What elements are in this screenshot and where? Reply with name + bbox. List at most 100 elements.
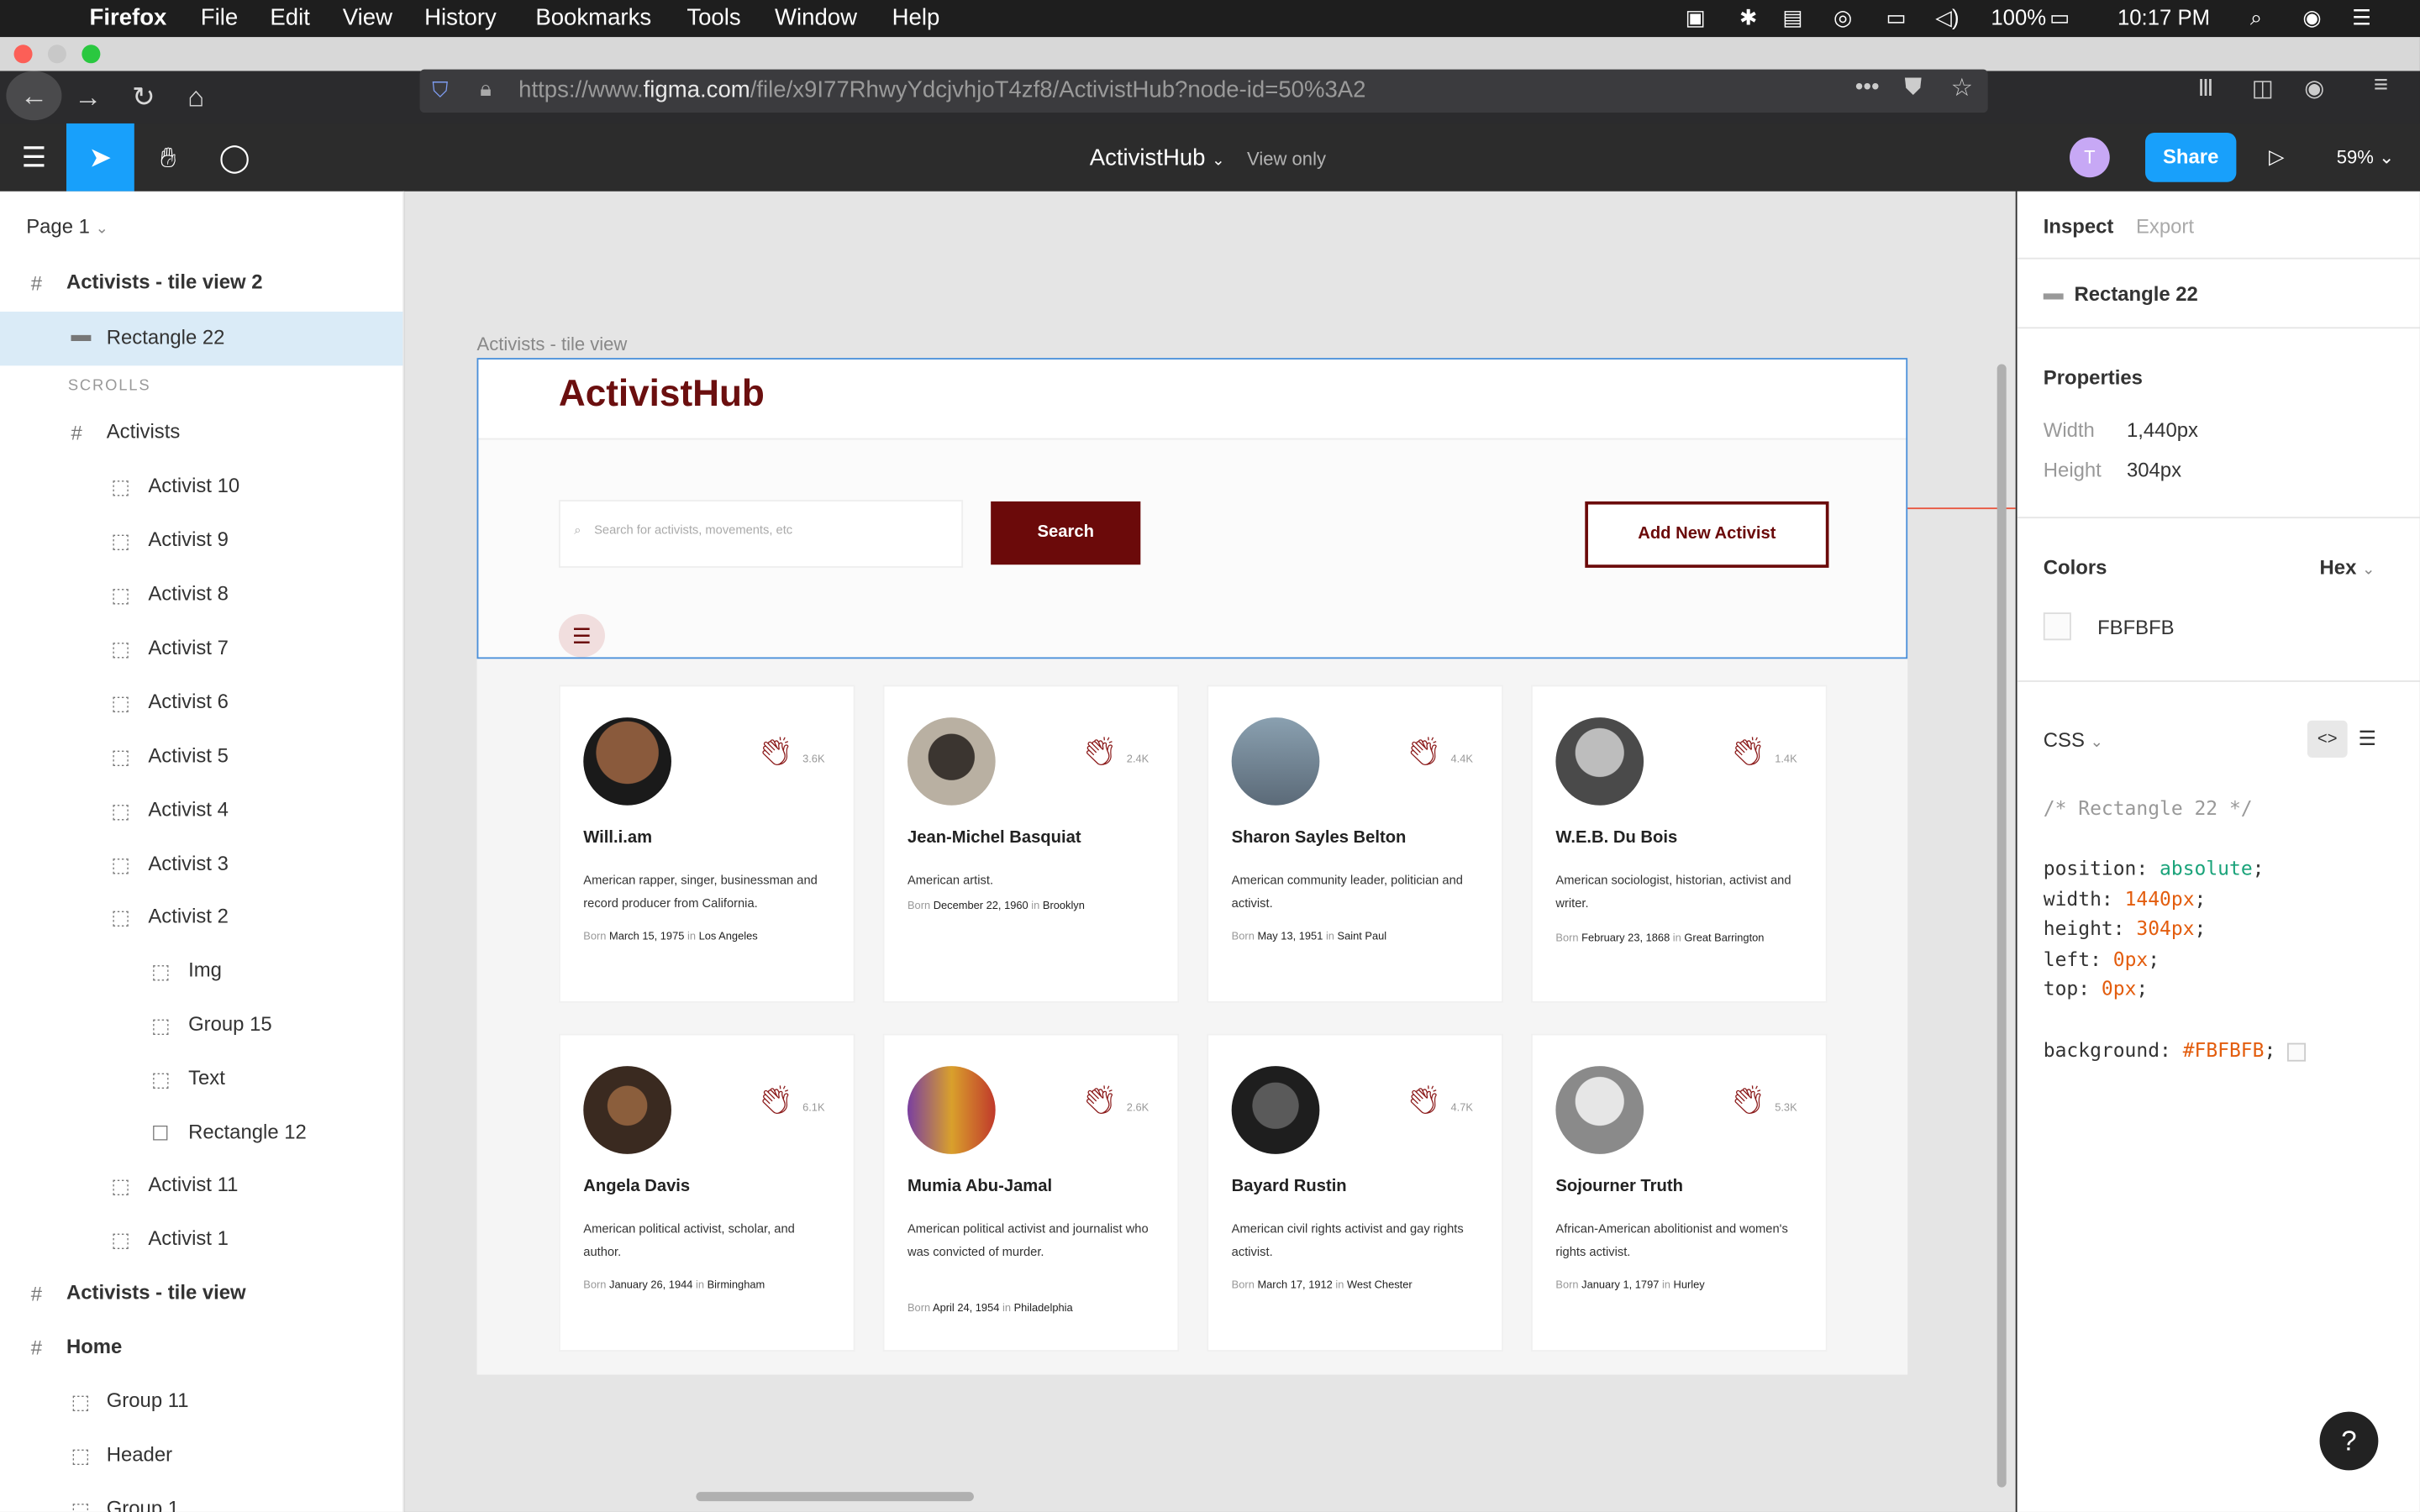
window-minimize-button[interactable] <box>47 45 66 64</box>
layer-rectangle-22[interactable]: ▬ Rectangle 22 <box>0 312 403 366</box>
comment-tool-icon[interactable]: ◯ <box>201 123 269 192</box>
battery-icon[interactable]: ▭ <box>2049 5 2070 31</box>
menu-history[interactable]: History <box>424 5 497 31</box>
clap-icon[interactable]: 👏︎ <box>758 736 793 769</box>
canvas-vertical-scrollbar[interactable] <box>1996 364 2007 1488</box>
window-close-button[interactable] <box>13 45 33 64</box>
activist-card[interactable]: 👏︎ 5.3K Sojourner Truth African-American… <box>1531 1033 1828 1352</box>
bluetooth-icon[interactable]: ✱ <box>1739 5 1758 31</box>
creative-cloud-icon[interactable]: ◎ <box>1833 5 1852 31</box>
activist-card[interactable]: 👏︎ 2.4K Jean-Michel Basquiat American ar… <box>882 685 1180 1003</box>
layer-group-activist-10[interactable]: ⬚ Activist 10 <box>0 459 402 513</box>
layer-frame-activists-tile-view-2[interactable]: # Activists - tile view 2 <box>0 256 402 310</box>
layer-frame-home[interactable]: # Home <box>0 1320 402 1374</box>
layer-group-11[interactable]: ⬚ Group 11 <box>0 1374 402 1428</box>
tracking-shield-icon[interactable]: ⛉ <box>432 77 448 103</box>
main-menu-icon[interactable]: ☰ <box>0 123 68 192</box>
menu-app-name[interactable]: Firefox <box>90 5 167 31</box>
css-dropdown[interactable]: CSS ⌄ <box>2044 728 2103 752</box>
sidebar-icon[interactable]: ◫ <box>2252 74 2274 102</box>
menu-tools[interactable]: Tools <box>687 5 740 31</box>
layer-group-img[interactable]: ⬚ Img <box>0 944 402 998</box>
layer-group-activist-4[interactable]: ⬚ Activist 4 <box>0 784 402 837</box>
account-icon[interactable]: ◉ <box>2304 74 2324 102</box>
home-icon[interactable]: ⌂ <box>179 71 213 123</box>
layer-group-activist-5[interactable]: ⬚ Activist 5 <box>0 730 402 784</box>
layer-group-header[interactable]: ⬚ Header <box>0 1429 402 1483</box>
avatar[interactable]: T <box>2070 137 2110 178</box>
layer-group-activist-7[interactable]: ⬚ Activist 7 <box>0 622 402 675</box>
color-hex-value[interactable]: FBFBFB <box>2097 616 2175 639</box>
layer-group-activist-11[interactable]: ⬚ Activist 11 <box>0 1158 402 1212</box>
memory-icon[interactable]: ▤ <box>1782 5 1802 31</box>
clap-icon[interactable]: 👏︎ <box>758 1084 793 1117</box>
bartender-icon[interactable]: ▣ <box>1686 5 1706 31</box>
share-button[interactable]: Share <box>2145 132 2237 182</box>
layer-group-activist-6[interactable]: ⬚ Activist 6 <box>0 675 402 729</box>
layer-group-activist-9[interactable]: ⬚ Activist 9 <box>0 514 402 568</box>
window-zoom-button[interactable] <box>82 45 101 64</box>
bookmark-star-icon[interactable]: ☆ <box>1951 72 1973 103</box>
color-format-dropdown[interactable]: Hex ⌄ <box>2320 555 2375 579</box>
layer-group-activist-1[interactable]: ⬚ Activist 1 <box>0 1213 402 1267</box>
activist-card[interactable]: 👏︎ 4.4K Sharon Sayles Belton American co… <box>1207 685 1503 1003</box>
move-tool-icon[interactable]: ➤ <box>66 123 134 192</box>
activist-card[interactable]: 👏︎ 1.4K W.E.B. Du Bois American sociolog… <box>1531 685 1828 1003</box>
lock-icon[interactable]: 🔒︎ <box>480 76 492 102</box>
activist-card[interactable]: 👏︎ 2.6K Mumia Abu-Jamal American politic… <box>882 1033 1180 1352</box>
present-play-icon[interactable]: ▷ <box>2269 145 2284 170</box>
page-actions-icon[interactable]: ••• <box>1855 74 1880 100</box>
reload-icon[interactable]: ↻ <box>127 71 160 123</box>
tab-inspect[interactable]: Inspect <box>2044 214 2114 238</box>
menu-file[interactable]: File <box>201 5 238 31</box>
layer-group-activist-3[interactable]: ⬚ Activist 3 <box>0 837 402 891</box>
layer-group-activist-8[interactable]: ⬚ Activist 8 <box>0 568 402 622</box>
activist-card[interactable]: 👏︎ 4.7K Bayard Rustin American civil rig… <box>1207 1033 1503 1352</box>
back-arrow-icon[interactable]: ← <box>6 71 62 121</box>
page-selector[interactable]: Page 1 ⌄ <box>26 214 108 238</box>
activist-card[interactable]: 👏︎ 6.1K Angela Davis American political … <box>558 1033 855 1352</box>
tab-export[interactable]: Export <box>2136 214 2194 238</box>
layer-group-15[interactable]: ⬚ Group 15 <box>0 998 402 1052</box>
menu-help[interactable]: Help <box>892 5 940 31</box>
clap-icon[interactable]: 👏︎ <box>1730 1084 1765 1117</box>
layer-group-1[interactable]: ⬚ Group 1 <box>0 1483 402 1512</box>
library-icon[interactable]: Ⅲ <box>2197 74 2213 102</box>
layer-rectangle-12[interactable]: ☐ Rectangle 12 <box>0 1106 402 1160</box>
layer-group-text[interactable]: ⬚ Text <box>0 1053 402 1106</box>
menu-view[interactable]: View <box>343 5 392 31</box>
height-value[interactable]: 304px <box>2127 458 2181 481</box>
volume-icon[interactable]: ◁) <box>1935 5 1959 31</box>
clap-icon[interactable]: 👏︎ <box>1082 736 1118 769</box>
width-value[interactable]: 1,440px <box>2127 418 2198 442</box>
document-title[interactable]: ActivistHub ⌄ <box>1090 145 1225 171</box>
menu-edit[interactable]: Edit <box>270 5 309 31</box>
notification-center-icon[interactable]: ☰ <box>2352 5 2371 31</box>
code-view-icon[interactable]: <> <box>2307 720 2348 758</box>
frame-label[interactable]: Activists - tile view <box>477 333 628 355</box>
hand-tool-icon[interactable]: ✋︎ <box>134 123 203 192</box>
menu-bookmarks[interactable]: Bookmarks <box>535 5 651 31</box>
forward-arrow-icon[interactable]: → <box>71 71 104 123</box>
help-button[interactable]: ? <box>2319 1411 2379 1471</box>
layer-frame-activists-tile-view[interactable]: # Activists - tile view <box>0 1267 402 1320</box>
color-swatch[interactable] <box>2043 612 2071 641</box>
url-text[interactable]: https://www.figma.com/file/x9I77RhwyYdcj… <box>518 77 1365 103</box>
pocket-icon[interactable]: ⛊ <box>1904 74 1922 100</box>
siri-icon[interactable]: ◉ <box>2302 5 2321 31</box>
clap-icon[interactable]: 👏︎ <box>1082 1084 1118 1117</box>
airplay-icon[interactable]: ▭ <box>1886 5 1906 31</box>
canvas-horizontal-scrollbar[interactable] <box>696 1492 974 1502</box>
clock[interactable]: 10:17 PM <box>2118 5 2210 29</box>
activist-card[interactable]: 👏︎ 3.6K Will.i.am American rapper, singe… <box>558 685 855 1003</box>
menu-window[interactable]: Window <box>775 5 857 31</box>
layer-frame-activists[interactable]: # Activists <box>0 406 402 459</box>
clap-icon[interactable]: 👏︎ <box>1730 736 1765 769</box>
list-view-toggle-icon[interactable]: ☰ <box>2358 727 2375 751</box>
hamburger-menu-icon[interactable]: ≡ <box>2374 72 2388 100</box>
spotlight-icon[interactable]: ⌕ <box>2250 5 2262 31</box>
zoom-level-dropdown[interactable]: 59% ⌄ <box>2337 146 2395 168</box>
clap-icon[interactable]: 👏︎ <box>1406 736 1441 769</box>
layer-group-activist-2[interactable]: ⬚ Activist 2 <box>0 890 402 944</box>
clap-icon[interactable]: 👏︎ <box>1406 1084 1441 1117</box>
